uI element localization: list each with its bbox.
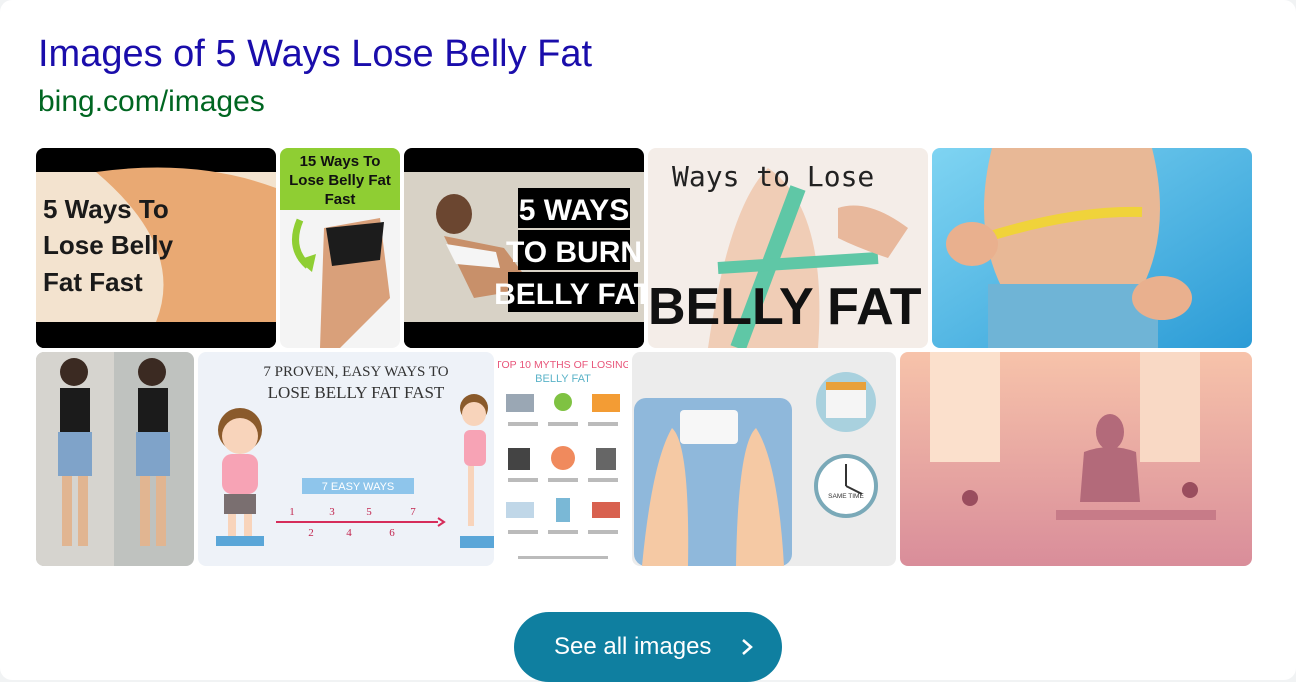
img3-line2: TO BURN [506, 236, 642, 269]
img7-num-4: 4 [346, 527, 352, 539]
belly-fat-image-1: 5 Ways To Lose Belly Fat Fast [36, 148, 276, 348]
img7-num-1: 1 [289, 506, 295, 518]
scale-clock-image: SAME TIME [632, 352, 896, 566]
belly-fat-image-3: 5 WAYS TO BURN BELLY FAT [404, 148, 644, 348]
see-all-images-label: See all images [554, 633, 712, 660]
img7-title-line2: LOSE BELLY FAT FAST [268, 383, 445, 402]
img4-top-text: Ways to Lose [672, 160, 874, 193]
img7-ribbon: 7 EASY WAYS [322, 481, 395, 493]
see-all-images-button[interactable]: See all images [514, 612, 782, 682]
img8-title-line1: TOP 10 MYTHS OF LOSING [498, 359, 628, 371]
seven-ways-infographic: 7 PROVEN, EASY WAYS TO LOSE BELLY FAT FA… [198, 352, 494, 566]
img9-clock-label: SAME TIME [828, 493, 864, 500]
img3-line3: BELLY FAT [494, 278, 644, 311]
img2-line3: Fast [325, 191, 356, 208]
fashion-photo-image [36, 352, 194, 566]
result-source-url: bing.com/images [38, 85, 265, 118]
image-thumbnail-3[interactable]: 5 WAYS TO BURN BELLY FAT [404, 148, 644, 348]
myths-infographic: TOP 10 MYTHS OF LOSING BELLY FAT [498, 352, 628, 566]
result-title-link[interactable]: Images of 5 Ways Lose Belly Fat [38, 32, 592, 76]
img1-line1: 5 Ways To [43, 194, 169, 224]
image-thumbnail-2[interactable]: 15 Ways To Lose Belly Fat Fast [280, 148, 400, 348]
belly-fat-image-2: 15 Ways To Lose Belly Fat Fast [280, 148, 400, 348]
img2-line1: 15 Ways To [300, 153, 381, 170]
belly-fat-image-4: Ways to Lose BELLY FAT [648, 148, 928, 348]
image-thumbnail-1[interactable]: 5 Ways To Lose Belly Fat Fast [36, 148, 276, 348]
img3-line1: 5 WAYS [519, 194, 630, 227]
chevron-right-icon [742, 639, 753, 655]
img4-bottom-text: BELLY FAT [648, 278, 922, 336]
image-thumbnail-10[interactable] [900, 352, 1252, 566]
img8-title-line2: BELLY FAT [535, 373, 591, 385]
image-thumbnail-4[interactable]: Ways to Lose BELLY FAT [648, 148, 928, 348]
img7-num-3: 3 [329, 506, 335, 518]
img1-line2: Lose Belly [43, 230, 174, 260]
img1-line3: Fat Fast [43, 267, 143, 297]
img7-num-6: 6 [389, 527, 395, 539]
gym-workout-image [900, 352, 1252, 566]
image-thumbnail-6[interactable] [36, 352, 194, 566]
image-thumbnail-7[interactable]: 7 PROVEN, EASY WAYS TO LOSE BELLY FAT FA… [198, 352, 494, 566]
img7-num-5: 5 [366, 506, 372, 518]
image-results-card: Images of 5 Ways Lose Belly Fat bing.com… [0, 0, 1296, 682]
img7-num-2: 2 [308, 527, 314, 539]
image-thumbnail-9[interactable]: SAME TIME [632, 352, 896, 566]
belly-fat-image-5 [932, 148, 1252, 348]
img7-num-7: 7 [410, 506, 416, 518]
image-thumbnail-8[interactable]: TOP 10 MYTHS OF LOSING BELLY FAT [498, 352, 628, 566]
img7-title-line1: 7 PROVEN, EASY WAYS TO [263, 364, 448, 380]
image-thumbnail-5[interactable] [932, 148, 1252, 348]
img2-line2: Lose Belly Fat [289, 172, 391, 189]
